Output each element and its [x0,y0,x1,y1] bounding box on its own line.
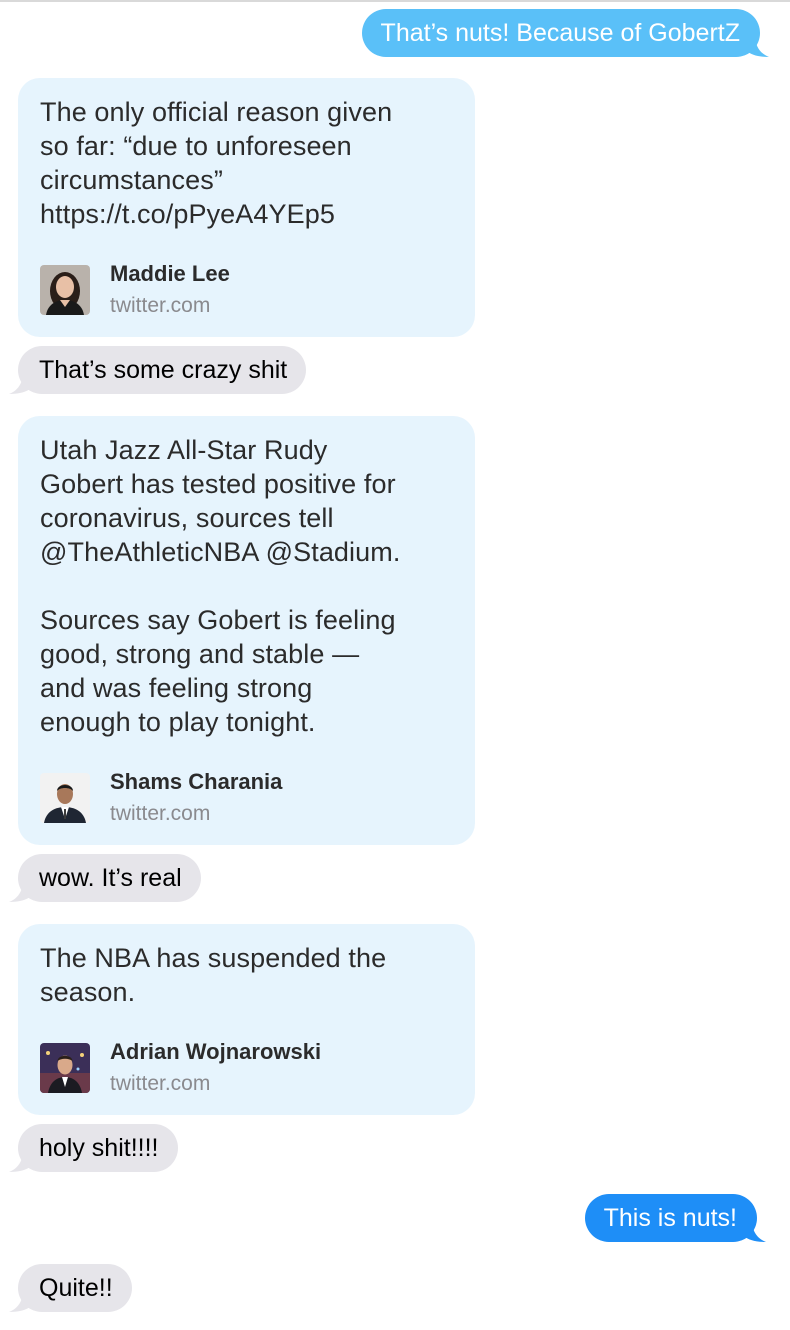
top-divider [0,0,790,2]
man-in-suit-avatar-icon [40,773,90,823]
card-footer: Shams Charania twitter.com [40,769,453,827]
man-studio-avatar-icon [40,1043,90,1093]
tweet-text: Utah Jazz All-Star Rudy Gobert has teste… [40,435,401,737]
link-preview-card[interactable]: The NBA has suspended the season. Adrian… [18,924,475,1115]
message-text: That’s nuts! Because of GobertZ [380,19,740,47]
card-footer: Adrian Wojnarowski twitter.com [40,1039,453,1097]
card-footer: Maddie Lee twitter.com [40,261,453,319]
woman-portrait-avatar-icon [40,265,90,315]
message-text: holy shit!!!! [39,1134,159,1162]
message-text: wow. It’s real [39,864,182,892]
incoming-message-bubble[interactable]: That’s some crazy shit [9,346,307,394]
outgoing-message-bubble[interactable]: That’s nuts! Because of GobertZ [361,9,769,57]
incoming-message-bubble[interactable]: wow. It’s real [9,854,201,902]
bubble-tail-icon [9,372,31,394]
bubble-tail-icon [9,1290,31,1312]
bubble-tail-icon [747,35,769,57]
tweet-text: The NBA has suspended the season. [40,943,387,1007]
link-domain: twitter.com [110,294,211,317]
tweet-author: Maddie Lee [110,261,230,286]
bubble-tail-icon [744,1220,766,1242]
tweet-text: The only official reason given so far: “… [40,97,393,229]
message-text: Quite!! [39,1274,113,1302]
incoming-message-bubble[interactable]: holy shit!!!! [9,1124,178,1172]
tweet-author: Shams Charania [110,769,283,794]
incoming-message-bubble[interactable]: Quite!! [9,1264,132,1312]
link-domain: twitter.com [110,1072,211,1095]
message-text: This is nuts! [603,1204,737,1232]
link-preview-card[interactable]: The only official reason given so far: “… [18,78,475,337]
bubble-tail-icon [9,880,31,902]
link-domain: twitter.com [110,802,211,825]
link-preview-card[interactable]: Utah Jazz All-Star Rudy Gobert has teste… [18,416,475,845]
message-text: That’s some crazy shit [39,356,288,384]
outgoing-message-bubble[interactable]: This is nuts! [584,1194,766,1242]
bubble-tail-icon [9,1150,31,1172]
tweet-author: Adrian Wojnarowski [110,1039,322,1064]
